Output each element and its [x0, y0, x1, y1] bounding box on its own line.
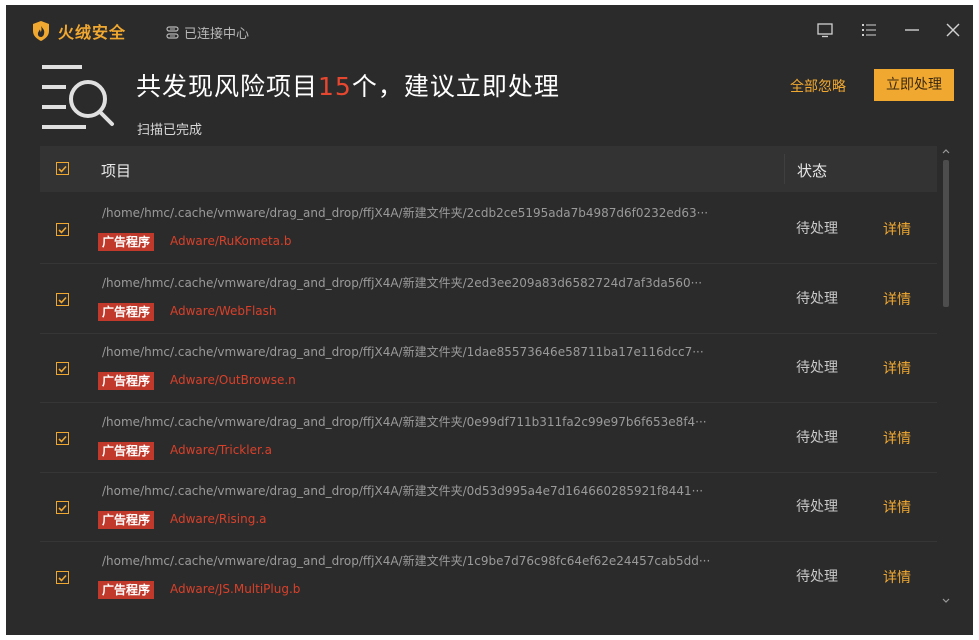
category-badge: 广告程序: [98, 233, 155, 251]
details-link[interactable]: 详情: [883, 219, 911, 239]
file-path: /home/hmc/.cache/vmware/drag_and_drop/ff…: [102, 345, 704, 359]
title-prefix: 共发现风险项目: [136, 72, 319, 101]
status-text: 待处理: [796, 499, 838, 515]
fix-now-button[interactable]: 立即处理: [874, 69, 954, 101]
status-text: 待处理: [796, 291, 838, 307]
row-checkbox[interactable]: [56, 571, 69, 584]
menu-icon[interactable]: [858, 19, 880, 41]
category-badge: 广告程序: [98, 511, 155, 529]
app-logo: 火绒安全: [32, 19, 126, 43]
file-path: /home/hmc/.cache/vmware/drag_and_drop/ff…: [102, 554, 711, 568]
title-bar: 火绒安全 已连接中心: [6, 5, 973, 55]
row-checkbox[interactable]: [56, 501, 69, 514]
monitor-icon[interactable]: [814, 19, 836, 41]
scan-list-icon: [40, 63, 118, 137]
category-badge: 广告程序: [98, 372, 155, 390]
table-row: /home/hmc/.cache/vmware/drag_and_drop/ff…: [40, 263, 937, 333]
app-window: 火绒安全 已连接中心 共发现风险项目15个，建议立即处理 扫描已完成 全部忽略 …: [6, 5, 973, 635]
table-row: /home/hmc/.cache/vmware/drag_and_drop/ff…: [40, 332, 937, 402]
threat-name: Adware/WebFlash: [170, 304, 277, 318]
threat-name: Adware/OutBrowse.n: [170, 373, 296, 387]
details-link[interactable]: 详情: [883, 428, 911, 448]
category-badge: 广告程序: [98, 442, 155, 460]
threat-name: Adware/Trickler.a: [170, 443, 272, 457]
checkbox-checked-icon: [58, 165, 67, 173]
connection-label: 已连接中心: [184, 27, 250, 42]
file-path: /home/hmc/.cache/vmware/drag_and_drop/ff…: [102, 276, 703, 290]
status-text: 待处理: [796, 360, 838, 376]
threat-name: Adware/JS.MultiPlug.b: [170, 582, 301, 596]
column-divider: [784, 154, 785, 184]
file-path: /home/hmc/.cache/vmware/drag_and_drop/ff…: [102, 484, 704, 498]
scroll-up-icon[interactable]: [942, 148, 950, 156]
column-header-status: 状态: [797, 162, 828, 180]
app-name: 火绒安全: [58, 23, 127, 42]
details-link[interactable]: 详情: [883, 497, 911, 517]
category-badge: 广告程序: [98, 303, 155, 321]
table-scrollbar[interactable]: [940, 148, 950, 608]
scroll-thumb[interactable]: [943, 160, 949, 307]
checkbox-checked-icon: [58, 435, 67, 443]
select-all-checkbox[interactable]: [56, 162, 69, 175]
scroll-down-icon[interactable]: [942, 598, 950, 606]
connection-status[interactable]: 已连接中心: [166, 23, 249, 42]
checkbox-checked-icon: [58, 504, 67, 512]
row-checkbox[interactable]: [56, 223, 69, 236]
ignore-all-button[interactable]: 全部忽略: [790, 71, 846, 103]
status-text: 待处理: [796, 430, 838, 446]
status-text: 待处理: [796, 569, 838, 585]
checkbox-checked-icon: [58, 226, 67, 234]
details-link[interactable]: 详情: [883, 567, 911, 587]
risk-count: 15: [318, 72, 352, 101]
details-link[interactable]: 详情: [883, 289, 911, 309]
checkbox-checked-icon: [58, 574, 67, 582]
threat-name: Adware/RuKometa.b: [170, 234, 292, 248]
file-path: /home/hmc/.cache/vmware/drag_and_drop/ff…: [102, 206, 709, 220]
file-path: /home/hmc/.cache/vmware/drag_and_drop/ff…: [102, 415, 707, 429]
column-header-item: 项目: [101, 162, 132, 180]
status-text: 待处理: [796, 221, 838, 237]
table-header: 项目 状态: [40, 146, 937, 192]
table-row: /home/hmc/.cache/vmware/drag_and_drop/ff…: [40, 541, 937, 606]
threat-name: Adware/Rising.a: [170, 512, 267, 526]
page-title: 共发现风险项目15个，建议立即处理: [136, 67, 560, 103]
risk-table: 项目 状态 /home/hmc/.cache/vmware/drag_and_d…: [40, 146, 937, 606]
shield-flame-icon: [32, 21, 50, 41]
title-suffix: 个，建议立即处理: [351, 72, 560, 101]
scan-summary: 共发现风险项目15个，建议立即处理 扫描已完成 全部忽略 立即处理: [6, 57, 973, 145]
scan-status-text: 扫描已完成: [137, 123, 203, 138]
close-icon[interactable]: [942, 19, 964, 41]
details-link[interactable]: 详情: [883, 358, 911, 378]
table-row: /home/hmc/.cache/vmware/drag_and_drop/ff…: [40, 193, 937, 263]
table-row: /home/hmc/.cache/vmware/drag_and_drop/ff…: [40, 402, 937, 472]
table-row: /home/hmc/.cache/vmware/drag_and_drop/ff…: [40, 471, 937, 541]
category-badge: 广告程序: [98, 581, 155, 599]
row-checkbox[interactable]: [56, 293, 69, 306]
checkbox-checked-icon: [58, 365, 67, 373]
link-icon: [166, 26, 179, 39]
row-checkbox[interactable]: [56, 432, 69, 445]
minimize-icon[interactable]: [901, 19, 923, 41]
checkbox-checked-icon: [58, 296, 67, 304]
row-checkbox[interactable]: [56, 362, 69, 375]
